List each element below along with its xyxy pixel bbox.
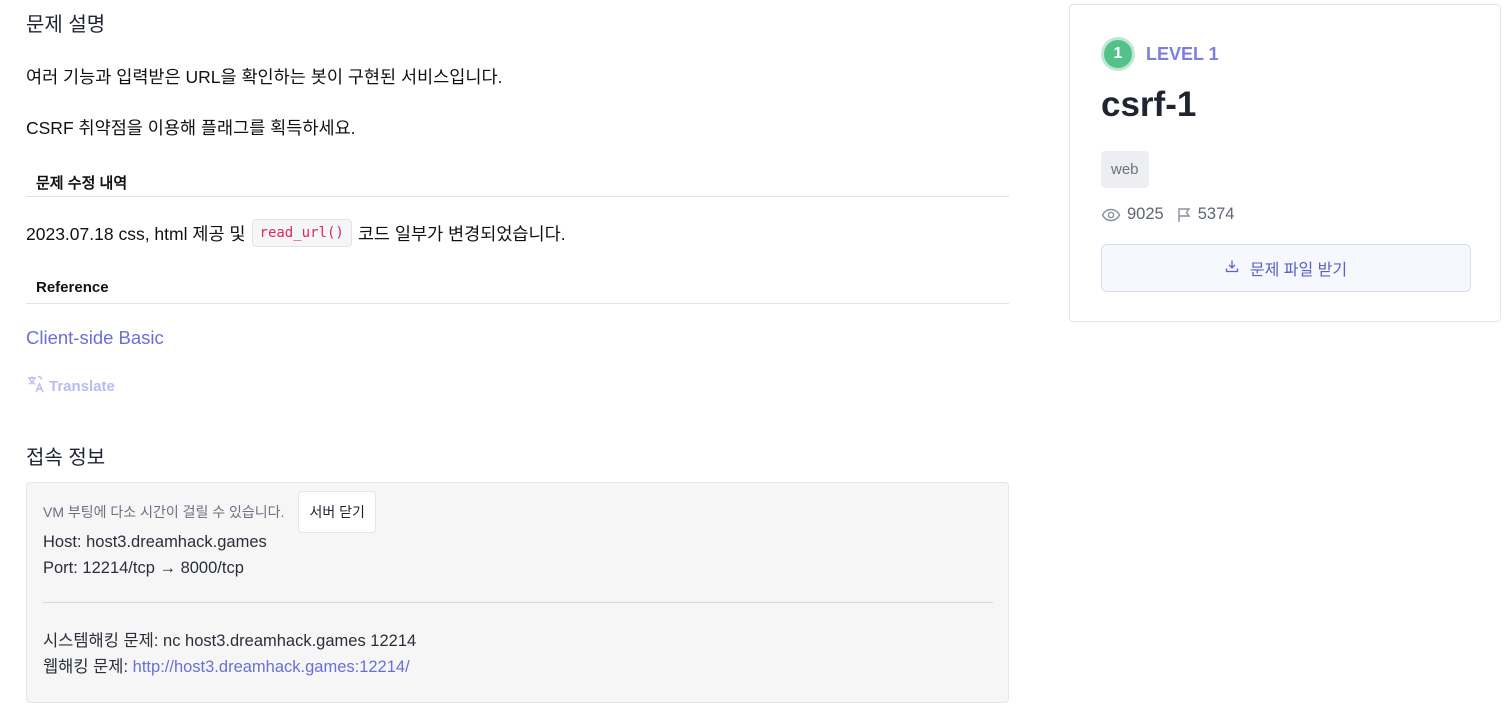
revision-heading: 문제 수정 내역 xyxy=(26,163,1009,197)
revision-text: 2023.07.18 css, html 제공 및 read_url() 코드 … xyxy=(26,219,566,247)
vm-status-row: VM 부팅에 다소 시간이 걸릴 수 있습니다. 서버 닫기 xyxy=(43,491,376,533)
connection-info-box: VM 부팅에 다소 시간이 걸릴 수 있습니다. 서버 닫기 Host: hos… xyxy=(26,482,1009,703)
host-text: Host: host3.dreamhack.games xyxy=(43,533,267,551)
vm-note: VM 부팅에 다소 시간이 걸릴 수 있습니다. xyxy=(43,504,285,520)
views-count: 9025 xyxy=(1127,205,1164,223)
connection-heading: 접속 정보 xyxy=(26,447,106,469)
translate-label: Translate xyxy=(49,377,115,395)
reference-heading: Reference xyxy=(26,270,1009,304)
download-label: 문제 파일 받기 xyxy=(1249,262,1348,279)
flag-icon xyxy=(1176,207,1192,223)
level-indicator: 1 LEVEL 1 xyxy=(1101,37,1219,71)
port-text: Port: 12214/tcp → 8000/tcp xyxy=(43,559,244,577)
solves-count: 5374 xyxy=(1197,205,1235,223)
description-line-1: 여러 기능과 입력받은 URL을 확인하는 봇이 구현된 서비스입니다. xyxy=(26,67,503,87)
web-hacking-row: 웹해킹 문제: http://host3.dreamhack.games:122… xyxy=(43,653,410,677)
revision-text-before: 2023.07.18 css, html 제공 및 xyxy=(26,223,246,244)
level-label: LEVEL 1 xyxy=(1146,43,1219,64)
close-server-button[interactable]: 서버 닫기 xyxy=(298,491,376,533)
category-tag[interactable]: web xyxy=(1101,151,1149,188)
translate-icon xyxy=(26,374,46,398)
revision-text-after: 코드 일부가 변경되었습니다. xyxy=(357,223,566,244)
revision-code: read_url() xyxy=(251,219,352,247)
download-icon xyxy=(1225,259,1239,278)
challenge-stats: 9025 5374 xyxy=(1101,205,1234,224)
divider xyxy=(43,602,993,603)
reference-link[interactable]: Client-side Basic xyxy=(26,327,164,349)
web-hacking-link[interactable]: http://host3.dreamhack.games:12214/ xyxy=(133,658,410,676)
download-files-button[interactable]: 문제 파일 받기 xyxy=(1101,244,1471,292)
level-badge: 1 xyxy=(1101,37,1135,71)
description-line-2: CSRF 취약점을 이용해 플래그를 획득하세요. xyxy=(26,118,356,138)
description-heading: 문제 설명 xyxy=(26,14,106,36)
translate-button[interactable]: Translate xyxy=(26,374,115,398)
challenge-sidebar: 1 LEVEL 1 csrf-1 web 9025 5374 문제 파일 받기 xyxy=(1069,4,1501,322)
challenge-title: csrf-1 xyxy=(1101,85,1197,124)
web-hacking-label: 웹해킹 문제: xyxy=(43,658,129,676)
eye-icon xyxy=(1101,207,1121,223)
system-hacking-text: 시스템해킹 문제: nc host3.dreamhack.games 12214 xyxy=(43,632,417,650)
